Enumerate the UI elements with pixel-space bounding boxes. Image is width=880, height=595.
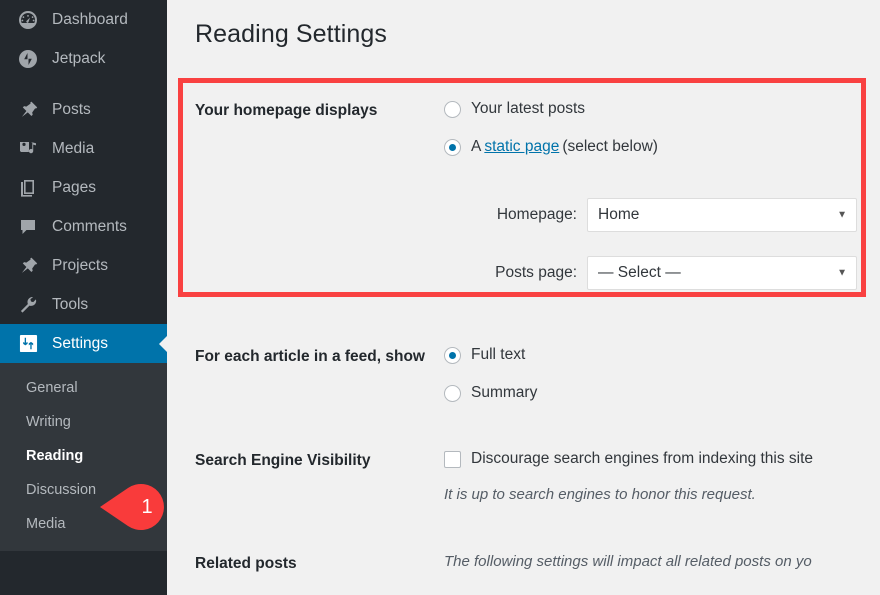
settings-submenu: General Writing Reading Discussion Media — [0, 363, 167, 551]
static-page-link[interactable]: static page — [484, 138, 559, 156]
page-title: Reading Settings — [167, 0, 880, 49]
radio-summary[interactable]: Summary — [444, 384, 880, 402]
radio-full-text[interactable]: Full text — [444, 346, 880, 364]
sidebar-item-label: Media — [52, 140, 94, 158]
homepage-displays-row: Your homepage displays Your latest posts… — [167, 86, 880, 304]
sidebar-item-label: Projects — [52, 257, 108, 275]
submenu-item-label: Media — [26, 516, 66, 532]
homepage-select-label: Homepage: — [444, 206, 587, 224]
search-visibility-label: Search Engine Visibility — [167, 436, 444, 486]
sidebar-item-label: Jetpack — [52, 50, 105, 68]
posts-page-select-row: Posts page: — Select — ▼ — [444, 256, 880, 290]
submenu-item-label: Discussion — [26, 482, 96, 498]
jetpack-icon — [16, 48, 40, 70]
pages-icon — [16, 177, 40, 199]
admin-sidebar: Dashboard Jetpack Posts Media Page — [0, 0, 167, 595]
submenu-item-writing[interactable]: Writing — [0, 405, 167, 439]
chevron-down-icon: ▼ — [837, 210, 847, 221]
sidebar-item-posts[interactable]: Posts — [0, 90, 167, 129]
discourage-search-engines-checkbox[interactable] — [444, 451, 461, 468]
settings-content: Reading Settings Your homepage displays … — [167, 0, 880, 595]
sidebar-item-pages[interactable]: Pages — [0, 168, 167, 207]
sidebar-item-projects[interactable]: Projects — [0, 246, 167, 285]
radio-static-page[interactable]: A static page (select below) — [444, 138, 880, 156]
search-visibility-options: Discourage search engines from indexing … — [444, 436, 880, 517]
posts-page-select-value: — Select — — [598, 264, 681, 282]
pushpin-icon — [16, 255, 40, 277]
sidebar-item-label: Pages — [52, 179, 96, 197]
sidebar-item-media[interactable]: Media — [0, 129, 167, 168]
sidebar-item-jetpack[interactable]: Jetpack — [0, 39, 167, 78]
media-icon — [16, 138, 40, 160]
radio-static-page-prefix: A — [471, 138, 481, 156]
pushpin-icon — [16, 99, 40, 121]
sidebar-item-comments[interactable]: Comments — [0, 207, 167, 246]
radio-full-text-label: Full text — [471, 346, 525, 364]
sidebar-item-label: Tools — [52, 296, 88, 314]
homepage-select-row: Homepage: Home ▼ — [444, 198, 880, 232]
sidebar-item-settings[interactable]: Settings — [0, 324, 167, 363]
sidebar-item-label: Dashboard — [52, 11, 128, 29]
sidebar-item-tools[interactable]: Tools — [0, 285, 167, 324]
radio-latest-posts-input[interactable] — [444, 101, 461, 118]
settings-sliders-icon — [16, 333, 40, 355]
posts-page-select[interactable]: — Select — ▼ — [587, 256, 857, 290]
comment-bubble-icon — [16, 216, 40, 238]
radio-static-page-input[interactable] — [444, 139, 461, 156]
chevron-down-icon: ▼ — [837, 268, 847, 279]
submenu-item-label: Writing — [26, 414, 71, 430]
sidebar-item-label: Comments — [52, 218, 127, 236]
related-posts-description: The following settings will impact all r… — [444, 553, 880, 570]
radio-latest-posts[interactable]: Your latest posts — [444, 100, 880, 118]
feed-show-label: For each article in a feed, show — [167, 332, 444, 382]
related-posts-body: The following settings will impact all r… — [444, 539, 880, 584]
wordpress-admin-screen: Dashboard Jetpack Posts Media Page — [0, 0, 880, 595]
homepage-displays-label: Your homepage displays — [167, 86, 444, 136]
submenu-item-general[interactable]: General — [0, 371, 167, 405]
sidebar-item-label: Posts — [52, 101, 91, 119]
radio-summary-input[interactable] — [444, 385, 461, 402]
radio-latest-posts-label: Your latest posts — [471, 100, 585, 118]
search-visibility-row: Search Engine Visibility Discourage sear… — [167, 436, 880, 517]
related-posts-label: Related posts — [167, 539, 444, 589]
dashboard-icon — [16, 9, 40, 31]
submenu-item-label: Reading — [26, 448, 83, 464]
submenu-item-label: General — [26, 380, 78, 396]
reading-settings-form: Your homepage displays Your latest posts… — [167, 86, 880, 589]
homepage-select[interactable]: Home ▼ — [587, 198, 857, 232]
related-posts-row: Related posts The following settings wil… — [167, 539, 880, 589]
posts-page-select-label: Posts page: — [444, 264, 587, 282]
radio-summary-label: Summary — [471, 384, 537, 402]
sidebar-item-dashboard[interactable]: Dashboard — [0, 0, 167, 39]
submenu-item-media[interactable]: Media — [0, 507, 167, 541]
search-visibility-hint: It is up to search engines to honor this… — [444, 486, 880, 503]
discourage-search-engines-row[interactable]: Discourage search engines from indexing … — [444, 450, 880, 468]
submenu-item-discussion[interactable]: Discussion — [0, 473, 167, 507]
sidebar-separator — [0, 78, 167, 90]
feed-show-row: For each article in a feed, show Full te… — [167, 332, 880, 416]
feed-show-options: Full text Summary — [444, 332, 880, 416]
sidebar-item-label: Settings — [52, 335, 108, 353]
radio-static-page-suffix: (select below) — [562, 138, 658, 156]
homepage-displays-options: Your latest posts A static page (select … — [444, 86, 880, 304]
wrench-icon — [16, 294, 40, 316]
submenu-item-reading[interactable]: Reading — [0, 439, 167, 473]
discourage-search-engines-label: Discourage search engines from indexing … — [471, 450, 813, 468]
radio-full-text-input[interactable] — [444, 347, 461, 364]
homepage-select-value: Home — [598, 206, 639, 224]
